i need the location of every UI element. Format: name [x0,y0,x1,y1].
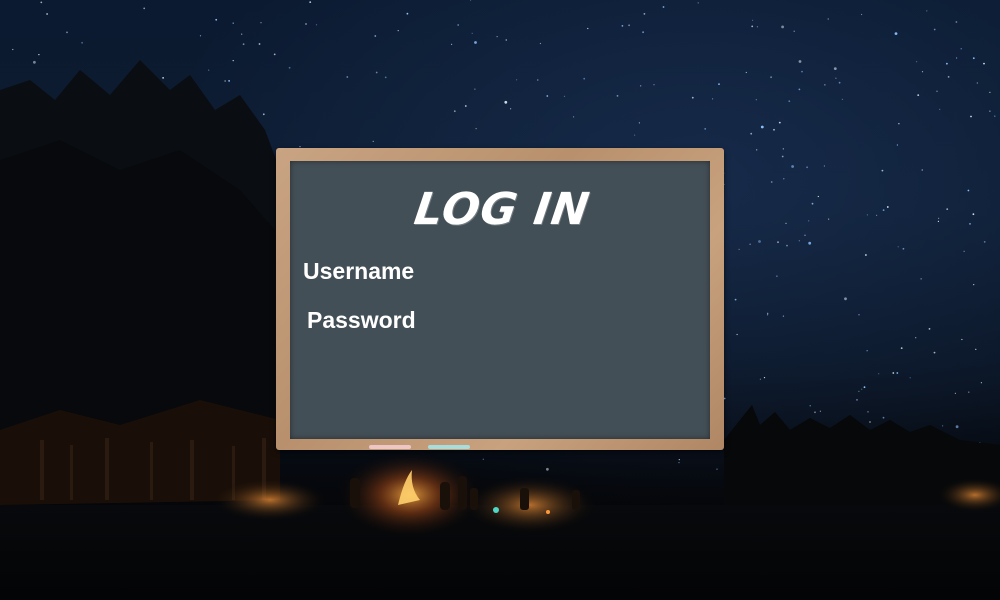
fire-glow-left [210,478,330,522]
lantern-teal [493,507,499,513]
ember [546,510,550,514]
pink-chalk-stick [369,445,411,449]
chalkboard-frame: LOG IN Username Password [276,148,724,450]
password-label[interactable]: Password [307,306,416,334]
login-panel: LOG IN Username Password [290,161,710,449]
night-sky-background: LOG IN Username Password [0,0,1000,600]
username-label[interactable]: Username [303,257,414,285]
fire-glow-right [935,477,1000,513]
password-field[interactable] [450,304,690,336]
username-field[interactable] [450,255,690,287]
teal-chalk-stick [428,445,470,449]
login-title: LOG IN [411,184,593,235]
